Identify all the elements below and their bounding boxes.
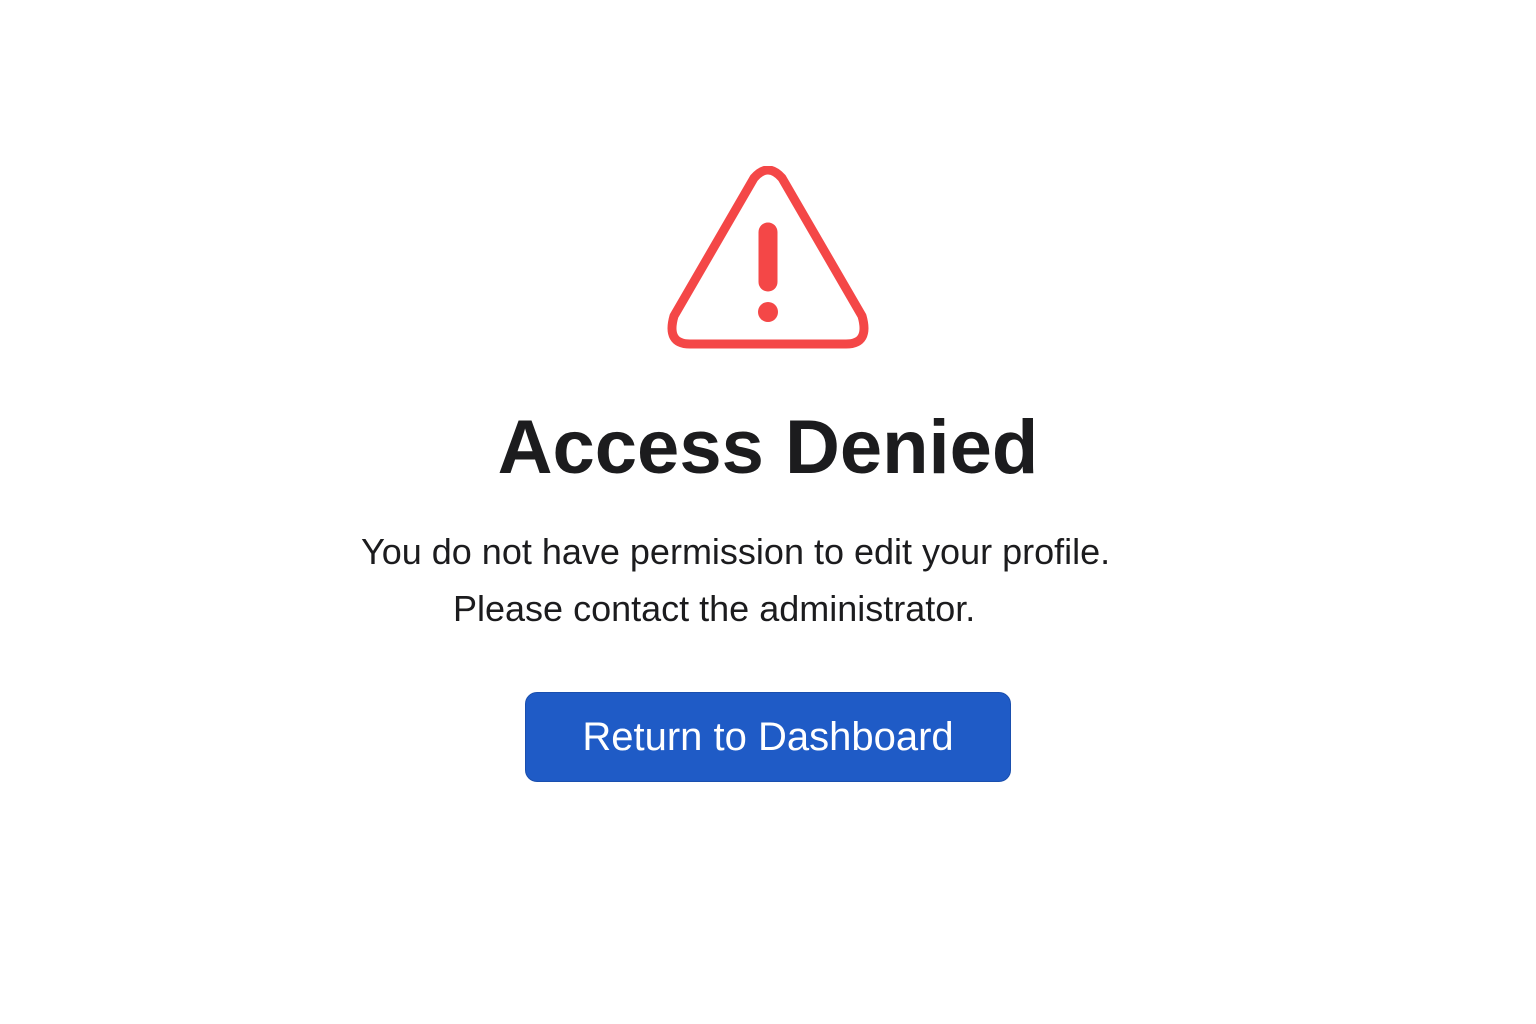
permission-message: You do not have permission to edit your … (361, 531, 1111, 572)
contact-admin-message: Please contact the administrator. (453, 588, 976, 629)
access-denied-page: Access Denied You do not have permission… (0, 0, 1536, 1024)
warning-triangle-icon (666, 166, 870, 350)
return-to-dashboard-button[interactable]: Return to Dashboard (525, 692, 1011, 782)
page-title: Access Denied (497, 405, 1039, 490)
